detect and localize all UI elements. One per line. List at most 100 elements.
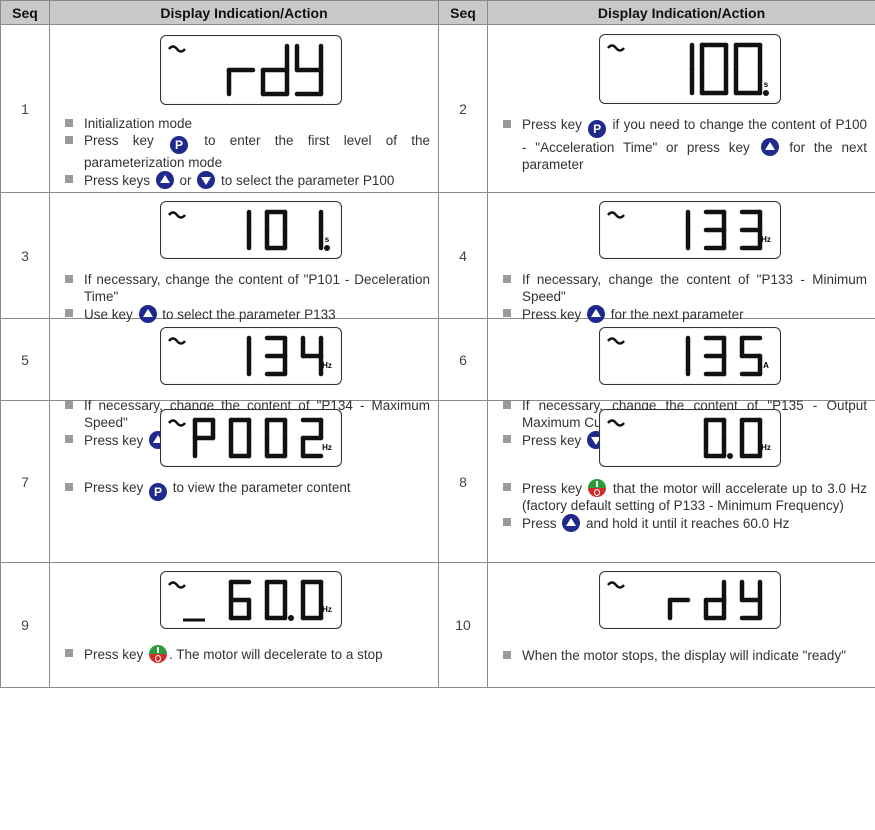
direction-indicator-icon bbox=[607, 581, 625, 589]
instruction-list: Initialization mode Press key P to enter … bbox=[62, 115, 430, 189]
up-arrow-key-icon bbox=[155, 171, 174, 189]
instruction-text: to select the parameter P100 bbox=[217, 173, 395, 188]
p-key-icon: P bbox=[170, 136, 188, 154]
step-cell: Hz Press key that the motor will accelera… bbox=[488, 401, 875, 562]
instruction-item: Press key P to view the parameter conten… bbox=[62, 479, 430, 501]
instruction-item: If necessary, change the content of "P13… bbox=[500, 271, 867, 305]
step-number: 6 bbox=[438, 318, 488, 401]
step-content: Hz Press key that the motor will accelera… bbox=[487, 400, 875, 563]
instruction-item: If necessary, change the content of "P10… bbox=[62, 271, 430, 305]
step-content: Hz If necessary, change the content of "P… bbox=[487, 192, 875, 323]
lcd-unit: A bbox=[763, 361, 769, 370]
step-content: s If necessary, change the content of "P1… bbox=[49, 192, 439, 323]
down-arrow-key-icon bbox=[197, 171, 216, 189]
bullet-square-icon bbox=[65, 275, 73, 283]
step-number: 8 bbox=[438, 400, 488, 563]
instruction-text: If necessary, change the content of "P13… bbox=[522, 272, 867, 304]
bullet-square-icon bbox=[503, 651, 511, 659]
instruction-item: Press key P to enter the first level of … bbox=[62, 132, 430, 171]
instruction-text: to view the parameter content bbox=[169, 480, 351, 495]
direction-indicator-icon bbox=[607, 211, 625, 219]
step-number: 10 bbox=[438, 562, 488, 688]
instruction-text: . The motor will decelerate to a stop bbox=[169, 647, 383, 662]
step-content: A If necessary, change the content of "P1… bbox=[487, 318, 875, 449]
lcd-display: Hz bbox=[599, 201, 781, 259]
instruction-text: Press key bbox=[522, 481, 587, 496]
lcd-digits: Hz bbox=[168, 417, 332, 459]
step-cell: Hz If necessary, change the content of "P… bbox=[488, 193, 875, 323]
bullet-square-icon bbox=[65, 309, 73, 317]
direction-indicator-icon bbox=[168, 419, 186, 427]
direction-indicator-icon bbox=[168, 581, 186, 589]
lcd-digits: s bbox=[607, 42, 769, 96]
bullet-square-icon bbox=[503, 309, 511, 317]
lcd-decimal-point bbox=[727, 453, 733, 459]
lcd-display: s bbox=[599, 34, 781, 104]
display-header: Display Indication/Action bbox=[49, 0, 439, 25]
lcd-display bbox=[599, 571, 781, 629]
lcd-digits: s bbox=[168, 209, 330, 251]
step-cell: s If necessary, change the content of "P1… bbox=[50, 193, 438, 323]
instruction-list: If necessary, change the content of "P13… bbox=[500, 271, 867, 323]
lcd-unit: Hz bbox=[761, 235, 771, 244]
instruction-text: Press key bbox=[84, 480, 148, 495]
lcd-unit: s bbox=[325, 235, 330, 244]
step-number: 3 bbox=[0, 192, 50, 319]
instruction-item: Press key P if you need to change the co… bbox=[500, 116, 867, 173]
lcd-digits bbox=[607, 579, 763, 621]
instruction-list: Press key that the motor will accelerate… bbox=[500, 479, 867, 532]
direction-indicator-icon bbox=[168, 211, 186, 219]
lcd-digits: A bbox=[607, 335, 769, 377]
instruction-text: When the motor stops, the display will i… bbox=[522, 648, 846, 663]
lcd-display: Hz bbox=[160, 571, 342, 629]
bullet-square-icon bbox=[65, 119, 73, 127]
seq-header: Seq bbox=[438, 0, 488, 25]
step-content: Hz If necessary, change the content of "P… bbox=[49, 318, 439, 449]
step-cell: s Press key P if you need to change the c… bbox=[488, 25, 875, 192]
table-row: 7 Hz Press key P to view the parameter con… bbox=[0, 400, 875, 563]
up-arrow-key-icon bbox=[760, 138, 779, 156]
lcd-unit: Hz bbox=[322, 361, 332, 370]
step-content: s Press key P if you need to change the c… bbox=[487, 24, 875, 193]
lcd-digits bbox=[168, 43, 324, 97]
lcd-digits: Hz bbox=[607, 209, 771, 251]
lcd-decimal-point bbox=[288, 615, 294, 621]
instruction-item: Initialization mode bbox=[62, 115, 430, 132]
instruction-text: Press bbox=[522, 516, 561, 531]
header-row: Seq Display Indication/Action Seq Displa… bbox=[0, 0, 875, 25]
table-row: 1 Initialization mode Press key P to enter… bbox=[0, 24, 875, 193]
step-cell: Hz Press key P to view the parameter cont… bbox=[50, 401, 438, 562]
step-number: 5 bbox=[0, 318, 50, 401]
lcd-unit: s bbox=[764, 80, 769, 89]
bullet-square-icon bbox=[503, 518, 511, 526]
bullet-square-icon bbox=[503, 483, 511, 491]
instruction-item: Press and hold it until it reaches 60.0 … bbox=[500, 514, 867, 532]
step-cell: Initialization mode Press key P to enter … bbox=[50, 25, 438, 192]
step-cell: Hz If necessary, change the content of "P… bbox=[50, 319, 438, 449]
lcd-display: s bbox=[160, 201, 342, 259]
step-cell: When the motor stops, the display will i… bbox=[488, 563, 875, 687]
lcd-digits: Hz bbox=[168, 335, 332, 377]
direction-indicator-icon bbox=[607, 337, 625, 345]
table-row: 3 s If necessary, change the content of "P… bbox=[0, 192, 875, 323]
lcd-decimal-point bbox=[324, 245, 330, 251]
procedure-table: Seq Display Indication/Action Seq Displa… bbox=[0, 0, 875, 688]
instruction-text: Press key bbox=[84, 647, 148, 662]
p-key-icon: P bbox=[149, 483, 168, 501]
seq-header: Seq bbox=[0, 0, 50, 25]
lcd-display: Hz bbox=[160, 409, 342, 467]
lcd-unit: Hz bbox=[322, 605, 332, 614]
instruction-item: When the motor stops, the display will i… bbox=[500, 647, 867, 664]
instruction-item: Press keys or to select the parameter P1… bbox=[62, 171, 430, 189]
table-row: 9 Hz Press key . The motor will decelerate… bbox=[0, 562, 875, 688]
instruction-list: Press key . The motor will decelerate to… bbox=[62, 645, 430, 663]
table-row: 5 Hz If necessary, change the content of "… bbox=[0, 318, 875, 449]
lcd-display: Hz bbox=[599, 409, 781, 467]
instruction-text: If necessary, change the content of "P10… bbox=[84, 272, 430, 304]
direction-indicator-icon bbox=[168, 45, 186, 53]
instruction-text: Press keys bbox=[84, 173, 154, 188]
instruction-text: Initialization mode bbox=[84, 116, 193, 131]
step-number: 1 bbox=[0, 24, 50, 193]
instruction-text: and hold it until it reaches 60.0 Hz bbox=[582, 516, 790, 531]
lcd-decimal-point bbox=[763, 90, 769, 96]
